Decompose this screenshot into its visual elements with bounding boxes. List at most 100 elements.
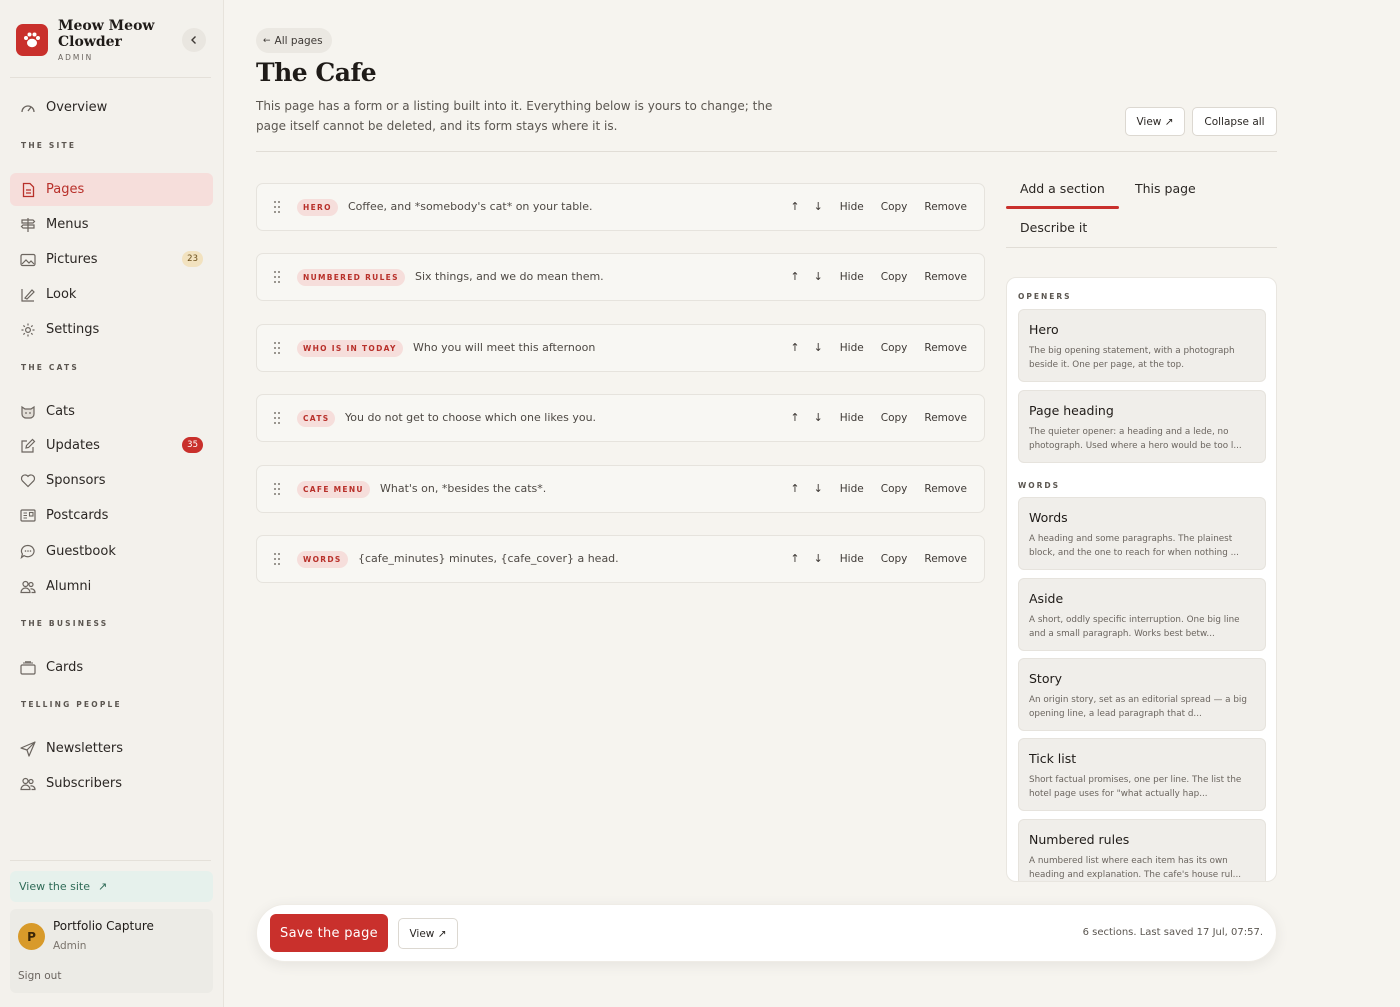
sidebar-item-subscribers[interactable]: Subscribers [10,767,213,800]
row-actions: ↑ ↓ Hide Copy Remove [790,482,967,495]
library-card-description: A heading and some paragraphs. The plain… [1029,534,1239,558]
back-label: All pages [274,34,323,47]
copy-button[interactable]: Copy [881,412,908,424]
remove-button[interactable]: Remove [924,201,967,213]
library-card-description: The big opening statement, with a photog… [1029,346,1235,370]
row-actions: ↑ ↓ Hide Copy Remove [790,200,967,213]
remove-button[interactable]: Remove [924,271,967,283]
section-summary: {cafe_minutes} minutes, {cafe_cover} a h… [358,552,619,565]
hide-button[interactable]: Hide [840,483,864,495]
move-down-button[interactable]: ↓ [814,270,823,283]
copy-button[interactable]: Copy [881,342,908,354]
collapse-sidebar-button[interactable] [182,28,206,52]
sidebar-item-updates[interactable]: Updates 35 [10,429,213,462]
sign-out-link[interactable]: Sign out [18,970,61,982]
move-up-button[interactable]: ↑ [790,411,799,424]
paint-icon [20,287,36,303]
drag-handle-icon[interactable] [274,412,280,424]
move-up-button[interactable]: ↑ [790,482,799,495]
remove-button[interactable]: Remove [924,342,967,354]
row-actions: ↑ ↓ Hide Copy Remove [790,341,967,354]
copy-button[interactable]: Copy [881,483,908,495]
remove-button[interactable]: Remove [924,553,967,565]
library-card-description: A numbered list where each item has its … [1029,856,1242,880]
section-row[interactable]: HERO Coffee, and *somebody's cat* on your… [256,183,985,231]
sidebar-item-menus[interactable]: Menus [10,208,213,241]
section-row[interactable]: CAFE MENU What's on, *besides the cats*. ↑… [256,465,985,513]
sidebar-item-label: Guestbook [46,544,116,559]
sidebar-item-look[interactable]: Look [10,278,213,311]
move-up-button[interactable]: ↑ [790,270,799,283]
sidebar-item-sponsors[interactable]: Sponsors [10,464,213,497]
library-card-title: Page heading [1029,403,1114,418]
library-card[interactable]: Aside A short, oddly specific interrupti… [1018,578,1266,651]
move-down-button[interactable]: ↓ [814,341,823,354]
section-row[interactable]: WHO IS IN TODAY Who you will meet this af… [256,324,985,372]
move-down-button[interactable]: ↓ [814,411,823,424]
view-site-link[interactable]: View the site ↗ [10,871,213,902]
sidebar-item-pages[interactable]: Pages [10,173,213,206]
hide-button[interactable]: Hide [840,553,864,565]
section-row[interactable]: CATS You do not get to choose which one l… [256,394,985,442]
section-row[interactable]: NUMBERED RULES Six things, and we do mean… [256,253,985,301]
tab-this-page[interactable]: This page [1135,181,1196,196]
move-up-button[interactable]: ↑ [790,552,799,565]
copy-button[interactable]: Copy [881,271,908,283]
group-label-openers: OPENERS [1018,292,1072,301]
copy-button[interactable]: Copy [881,553,908,565]
move-down-button[interactable]: ↓ [814,482,823,495]
collapse-all-button[interactable]: Collapse all [1192,107,1277,136]
sidebar-item-pictures[interactable]: Pictures 23 [10,243,213,276]
sidebar-item-overview[interactable]: Overview [10,91,213,124]
library-card[interactable]: Numbered rules A numbered list where eac… [1018,819,1266,881]
drag-handle-icon[interactable] [274,271,280,283]
brand-name: Meow Meow Clowder [58,18,155,50]
tab-add-a-section[interactable]: Add a section [1020,181,1105,196]
copy-button[interactable]: Copy [881,201,908,213]
user-role: Admin [53,940,87,952]
sidebar-item-label: Pictures [46,252,98,267]
view-page-button[interactable]: View ↗ [398,918,458,949]
hide-button[interactable]: Hide [840,412,864,424]
tab-describe-it[interactable]: Describe it [1020,220,1087,235]
move-down-button[interactable]: ↓ [814,200,823,213]
sidebar-item-cards[interactable]: Cards [10,651,213,684]
drag-handle-icon[interactable] [274,201,280,213]
hide-button[interactable]: Hide [840,271,864,283]
back-to-all-pages-link[interactable]: ← All pages [256,28,332,53]
nav-section-the-business: THE BUSINESS [21,619,109,628]
library-card[interactable]: Page heading The quieter opener: a headi… [1018,390,1266,463]
sidebar-item-newsletters[interactable]: Newsletters [10,732,213,765]
library-card[interactable]: Words A heading and some paragraphs. The… [1018,497,1266,570]
move-up-button[interactable]: ↑ [790,200,799,213]
move-down-button[interactable]: ↓ [814,552,823,565]
sidebar-item-label: Overview [46,100,108,115]
library-card[interactable]: Hero The big opening statement, with a p… [1018,309,1266,382]
move-up-button[interactable]: ↑ [790,341,799,354]
drag-handle-icon[interactable] [274,342,280,354]
drag-handle-icon[interactable] [274,483,280,495]
remove-button[interactable]: Remove [924,412,967,424]
library-card[interactable]: Tick list Short factual promises, one pe… [1018,738,1266,811]
sidebar-item-postcards[interactable]: Postcards [10,499,213,532]
sidebar-item-alumni[interactable]: Alumni [10,570,213,603]
library-card-title: Tick list [1029,751,1077,766]
sidebar-item-settings[interactable]: Settings [10,313,213,346]
view-page-button[interactable]: View ↗ [1125,107,1185,136]
section-summary: What's on, *besides the cats*. [380,482,547,495]
remove-button[interactable]: Remove [924,483,967,495]
section-type-tag: HERO [297,199,338,216]
row-actions: ↑ ↓ Hide Copy Remove [790,552,967,565]
hide-button[interactable]: Hide [840,201,864,213]
brand-subtitle: ADMIN [58,53,94,62]
hide-button[interactable]: Hide [840,342,864,354]
sidebar-item-guestbook[interactable]: Guestbook [10,535,213,568]
cards-icon [20,660,36,676]
section-row[interactable]: WORDS {cafe_minutes} minutes, {cafe_cover… [256,535,985,583]
library-card[interactable]: Story An origin story, set as an editori… [1018,658,1266,731]
sidebar-item-label: Cats [46,404,75,419]
save-page-button[interactable]: Save the page [270,914,388,952]
sidebar-item-cats[interactable]: Cats [10,395,213,428]
brand[interactable]: Meow Meow Clowder ADMIN [16,18,168,62]
drag-handle-icon[interactable] [274,553,280,565]
